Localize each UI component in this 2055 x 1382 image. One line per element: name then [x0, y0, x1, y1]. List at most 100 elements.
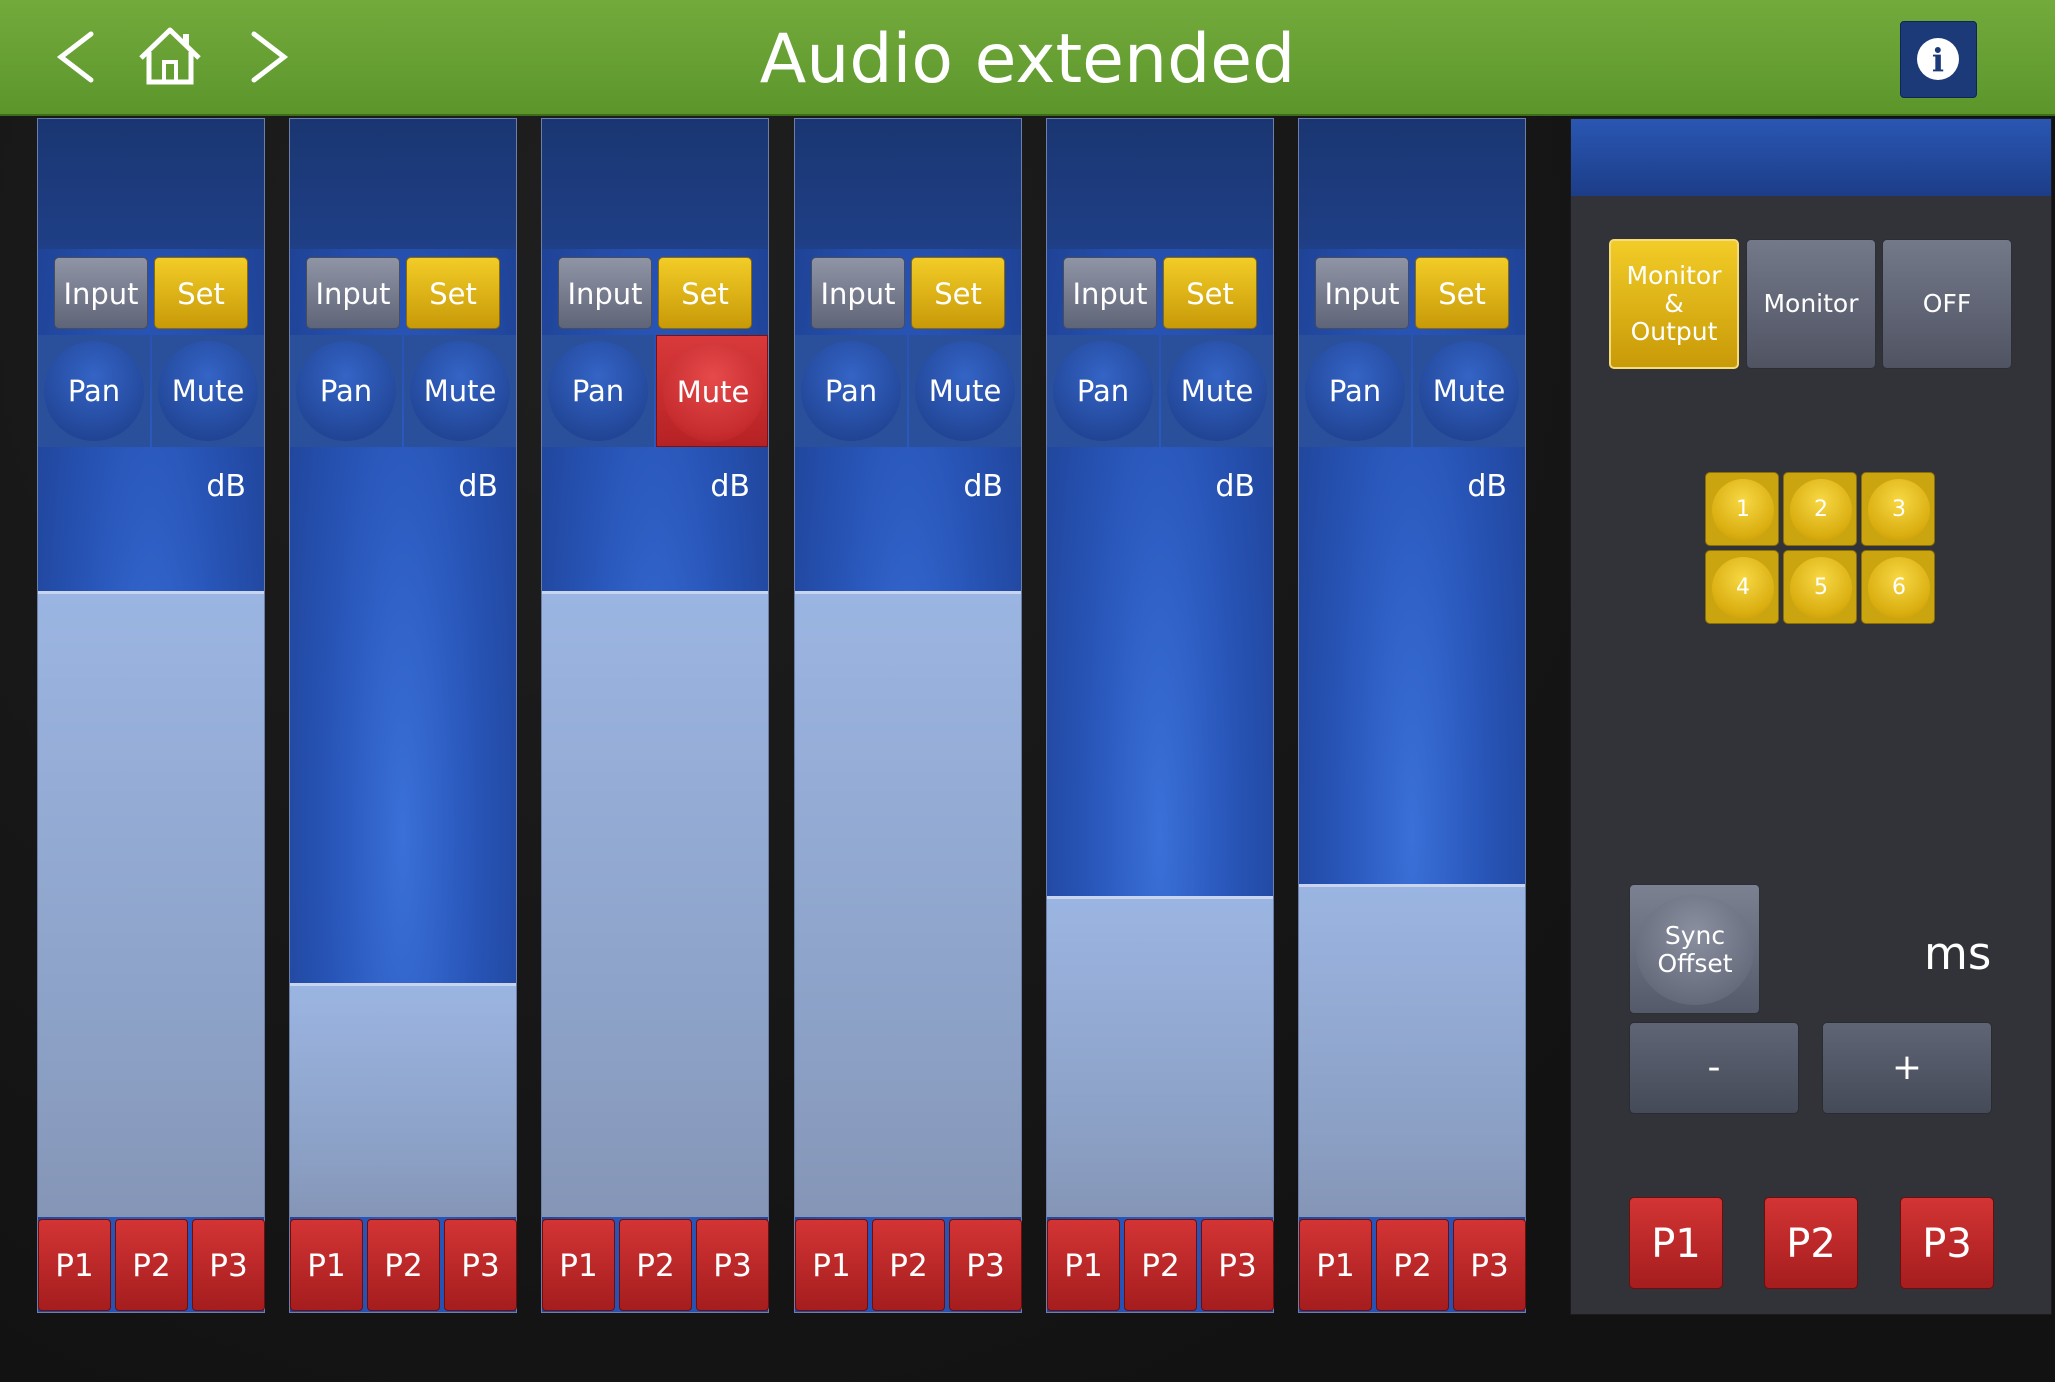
set-button[interactable]: Set [154, 257, 248, 329]
preset-p2-button[interactable]: P2 [1376, 1219, 1449, 1311]
db-unit-label: dB [1215, 469, 1255, 504]
panel-preset-p3[interactable]: P3 [1900, 1197, 1994, 1289]
channel-strip-1: Input Set Pan Mute dB P1 P2 P3 [37, 118, 265, 1313]
preset-p1-button[interactable]: P1 [290, 1219, 363, 1311]
page-title: Audio extended [759, 20, 1296, 99]
preset-p1-button[interactable]: P1 [795, 1219, 868, 1311]
input-button[interactable]: Input [558, 257, 652, 329]
input-button[interactable]: Input [54, 257, 148, 329]
fader-level[interactable] [290, 983, 516, 1217]
panel-preset-p1[interactable]: P1 [1629, 1197, 1723, 1289]
input-button[interactable]: Input [1315, 257, 1409, 329]
monitor-label: Monitor [1763, 289, 1859, 318]
home-button[interactable] [135, 22, 205, 92]
fader-level[interactable] [542, 591, 768, 1217]
pan-label: Pan [1305, 341, 1405, 441]
number-button-2[interactable]: 2 [1783, 472, 1857, 546]
sync-offset-knob[interactable]: Sync Offset [1629, 884, 1760, 1014]
fader-level[interactable] [1299, 883, 1525, 1217]
set-button[interactable]: Set [1415, 257, 1509, 329]
strip-header [38, 119, 264, 249]
info-icon: i [1917, 38, 1959, 80]
home-icon [139, 27, 201, 85]
preset-p3-button[interactable]: P3 [192, 1219, 265, 1311]
mute-label: Mute [410, 341, 510, 441]
ms-unit-label: ms [1924, 927, 1992, 980]
fader-level[interactable] [1047, 896, 1273, 1217]
set-button[interactable]: Set [658, 257, 752, 329]
mute-button[interactable]: Mute [152, 335, 264, 447]
number-button-6[interactable]: 6 [1861, 550, 1935, 624]
info-button[interactable]: i [1900, 21, 1977, 98]
preset-p2-button[interactable]: P2 [619, 1219, 692, 1311]
pan-knob[interactable]: Pan [290, 335, 402, 447]
db-unit-label: dB [458, 469, 498, 504]
channel-strip-3: Input Set Pan Mute dB P1 P2 P3 [541, 118, 769, 1313]
preset-p2-button[interactable]: P2 [115, 1219, 188, 1311]
input-button[interactable]: Input [1063, 257, 1157, 329]
plus-button[interactable]: + [1822, 1022, 1992, 1114]
number-button-4[interactable]: 4 [1705, 550, 1779, 624]
set-button[interactable]: Set [911, 257, 1005, 329]
monitor-button[interactable]: Monitor [1746, 239, 1876, 369]
db-unit-label: dB [710, 469, 750, 504]
pan-label: Pan [296, 341, 396, 441]
db-unit-label: dB [1467, 469, 1507, 504]
preset-p1-button[interactable]: P1 [1299, 1219, 1372, 1311]
preset-p3-button[interactable]: P3 [444, 1219, 517, 1311]
channel-strip-6: Input Set Pan Mute dB P1 P2 P3 [1298, 118, 1526, 1313]
input-button[interactable]: Input [306, 257, 400, 329]
input-button[interactable]: Input [811, 257, 905, 329]
preset-p2-button[interactable]: P2 [1124, 1219, 1197, 1311]
fader-level[interactable] [38, 591, 264, 1217]
number-button-1[interactable]: 1 [1705, 472, 1779, 546]
preset-p1-button[interactable]: P1 [38, 1219, 111, 1311]
channel-strip-5: Input Set Pan Mute dB P1 P2 P3 [1046, 118, 1274, 1313]
mute-label: Mute [915, 341, 1015, 441]
off-label: OFF [1922, 289, 1972, 318]
pan-knob[interactable]: Pan [542, 335, 654, 447]
mute-button[interactable]: Mute [1161, 335, 1273, 447]
sync-label: Sync [1664, 921, 1726, 950]
number-button-3[interactable]: 3 [1861, 472, 1935, 546]
minus-button[interactable]: - [1629, 1022, 1799, 1114]
mute-button[interactable]: Mute [404, 335, 516, 447]
chevron-left-icon [56, 31, 94, 83]
mute-label: Mute [1419, 341, 1519, 441]
mute-button[interactable]: Mute [909, 335, 1021, 447]
pan-knob[interactable]: Pan [795, 335, 907, 447]
pan-label: Pan [44, 341, 144, 441]
monitor-panel: Monitor & Output Monitor OFF 1 2 3 4 5 6… [1570, 118, 2052, 1315]
mute-label: Mute [158, 341, 258, 441]
mute-button[interactable]: Mute [656, 335, 768, 447]
panel-preset-p2[interactable]: P2 [1764, 1197, 1858, 1289]
db-unit-label: dB [963, 469, 1003, 504]
back-button[interactable] [45, 22, 115, 92]
mute-button[interactable]: Mute [1413, 335, 1525, 447]
preset-p1-button[interactable]: P1 [542, 1219, 615, 1311]
off-button[interactable]: OFF [1882, 239, 2012, 369]
strip-header [1299, 119, 1525, 249]
preset-p3-button[interactable]: P3 [949, 1219, 1022, 1311]
pan-knob[interactable]: Pan [1299, 335, 1411, 447]
preset-p2-button[interactable]: P2 [367, 1219, 440, 1311]
set-button[interactable]: Set [1163, 257, 1257, 329]
pan-label: Pan [1053, 341, 1153, 441]
monitor-output-button[interactable]: Monitor & Output [1609, 239, 1739, 369]
strip-header [542, 119, 768, 249]
number-button-5[interactable]: 5 [1783, 550, 1857, 624]
forward-button[interactable] [230, 22, 300, 92]
set-button[interactable]: Set [406, 257, 500, 329]
panel-header [1571, 119, 2051, 196]
preset-p3-button[interactable]: P3 [1201, 1219, 1274, 1311]
db-unit-label: dB [206, 469, 246, 504]
preset-p1-button[interactable]: P1 [1047, 1219, 1120, 1311]
preset-p2-button[interactable]: P2 [872, 1219, 945, 1311]
fader-level[interactable] [795, 591, 1021, 1217]
preset-p3-button[interactable]: P3 [1453, 1219, 1526, 1311]
pan-label: Pan [548, 341, 648, 441]
mute-label: Mute [663, 342, 763, 442]
pan-knob[interactable]: Pan [1047, 335, 1159, 447]
pan-knob[interactable]: Pan [38, 335, 150, 447]
preset-p3-button[interactable]: P3 [696, 1219, 769, 1311]
